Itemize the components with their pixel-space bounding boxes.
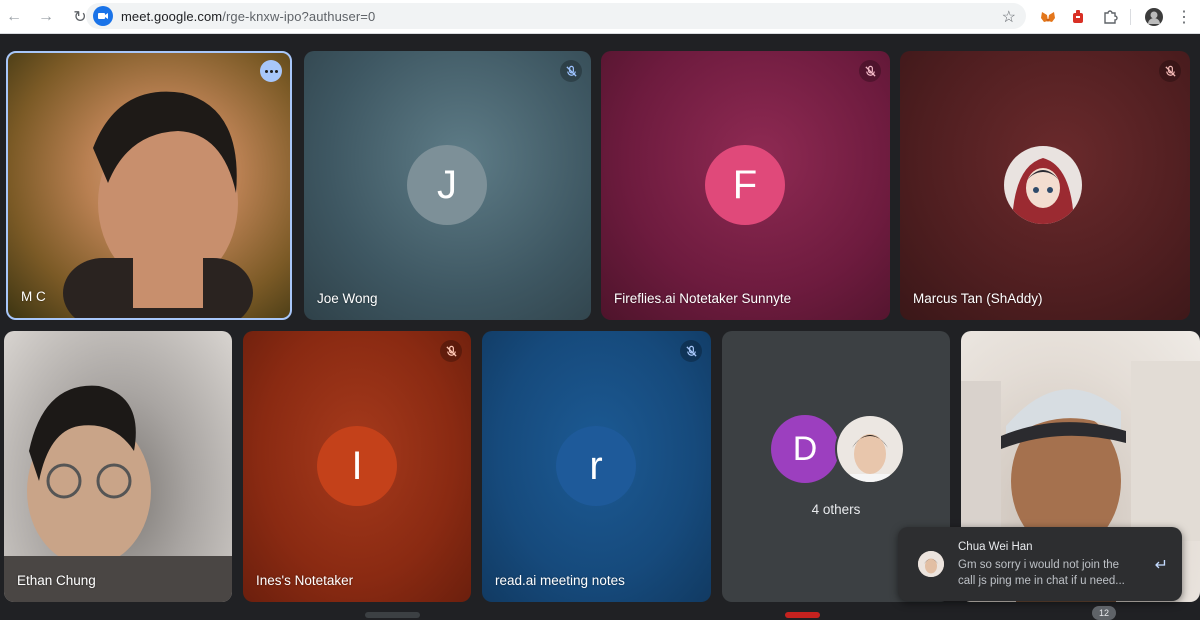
kebab-menu-icon[interactable]: ⋮	[1172, 5, 1196, 29]
toolbar-divider	[1130, 9, 1131, 25]
back-arrow-icon[interactable]: ←	[0, 3, 28, 31]
url-path: /rge-knxw-ipo?authuser=0	[222, 8, 376, 24]
muted-mic-icon	[680, 340, 702, 362]
url-text: meet.google.com/rge-knxw-ipo?authuser=0	[121, 9, 375, 24]
participant-tile-marcus-tan[interactable]: Marcus Tan (ShAddy)	[900, 51, 1190, 320]
participant-video	[63, 91, 253, 318]
participant-name: Ines's Notetaker	[256, 573, 354, 588]
muted-mic-icon	[859, 60, 881, 82]
others-avatar-d: D	[771, 415, 839, 483]
metamask-fox-icon[interactable]	[1036, 5, 1060, 29]
participant-avatar-image	[1004, 146, 1082, 224]
participant-name: Fireflies.ai Notetaker Sunnyte	[614, 291, 792, 306]
participant-avatar: I	[317, 426, 397, 506]
participant-video	[4, 385, 232, 602]
leave-call-button-hint[interactable]	[785, 612, 820, 618]
participant-tile-joe-wong[interactable]: J Joe Wong	[304, 51, 591, 320]
extensions-puzzle-icon[interactable]	[1098, 5, 1122, 29]
others-avatar-photo	[835, 414, 905, 484]
participant-tile-mc[interactable]: M C	[6, 51, 292, 320]
participant-avatar: r	[556, 426, 636, 506]
participant-avatar: J	[407, 145, 487, 225]
participant-name: Joe Wong	[317, 291, 378, 306]
participant-avatar: F	[705, 145, 785, 225]
avatar-initial: r	[589, 443, 603, 488]
muted-mic-icon	[560, 60, 582, 82]
participant-name: M C	[21, 289, 46, 304]
address-bar[interactable]: meet.google.com/rge-knxw-ipo?authuser=0 …	[86, 3, 1026, 29]
sender-avatar	[918, 551, 944, 577]
participant-tile-ines-notetaker[interactable]: I Ines's Notetaker	[243, 331, 471, 602]
browser-toolbar: ← → ↻ meet.google.com/rge-knxw-ipo?authu…	[0, 0, 1200, 34]
profile-avatar-icon[interactable]	[1142, 5, 1166, 29]
meet-camera-icon	[93, 6, 113, 26]
chat-notification[interactable]: Chua Wei Han Gm so sorry i would not joi…	[898, 527, 1182, 601]
participant-name: Marcus Tan (ShAddy)	[913, 291, 1043, 306]
participant-tile-readai[interactable]: r read.ai meeting notes	[482, 331, 711, 602]
notification-sender: Chua Wei Han	[958, 541, 1033, 553]
extension-red-icon[interactable]	[1066, 5, 1090, 29]
participant-name: read.ai meeting notes	[495, 573, 625, 588]
muted-mic-icon	[1159, 60, 1181, 82]
avatar-initial: D	[792, 429, 818, 468]
avatar-initial: J	[437, 162, 457, 207]
participant-tile-ethan-chung[interactable]: Ethan Chung	[4, 331, 232, 602]
forward-arrow-icon[interactable]: →	[32, 3, 60, 31]
reply-arrow-icon[interactable]: ↵	[1155, 555, 1168, 575]
avatar-initial: I	[351, 443, 363, 488]
participants-count-badge: 12	[1092, 606, 1116, 620]
participant-tile-fireflies[interactable]: F Fireflies.ai Notetaker Sunnyte	[601, 51, 890, 320]
url-domain: meet.google.com	[121, 8, 223, 24]
participant-name: Ethan Chung	[17, 573, 96, 588]
notification-message: Gm so sorry i would not join the call js…	[958, 559, 1125, 587]
bookmark-star-icon[interactable]: ☆	[1002, 7, 1016, 27]
control-button-hint[interactable]	[365, 612, 420, 618]
more-options-button[interactable]	[260, 60, 282, 82]
others-count-label: 4 others	[811, 502, 861, 517]
avatar-initial: F	[732, 162, 758, 207]
muted-mic-icon	[440, 340, 462, 362]
